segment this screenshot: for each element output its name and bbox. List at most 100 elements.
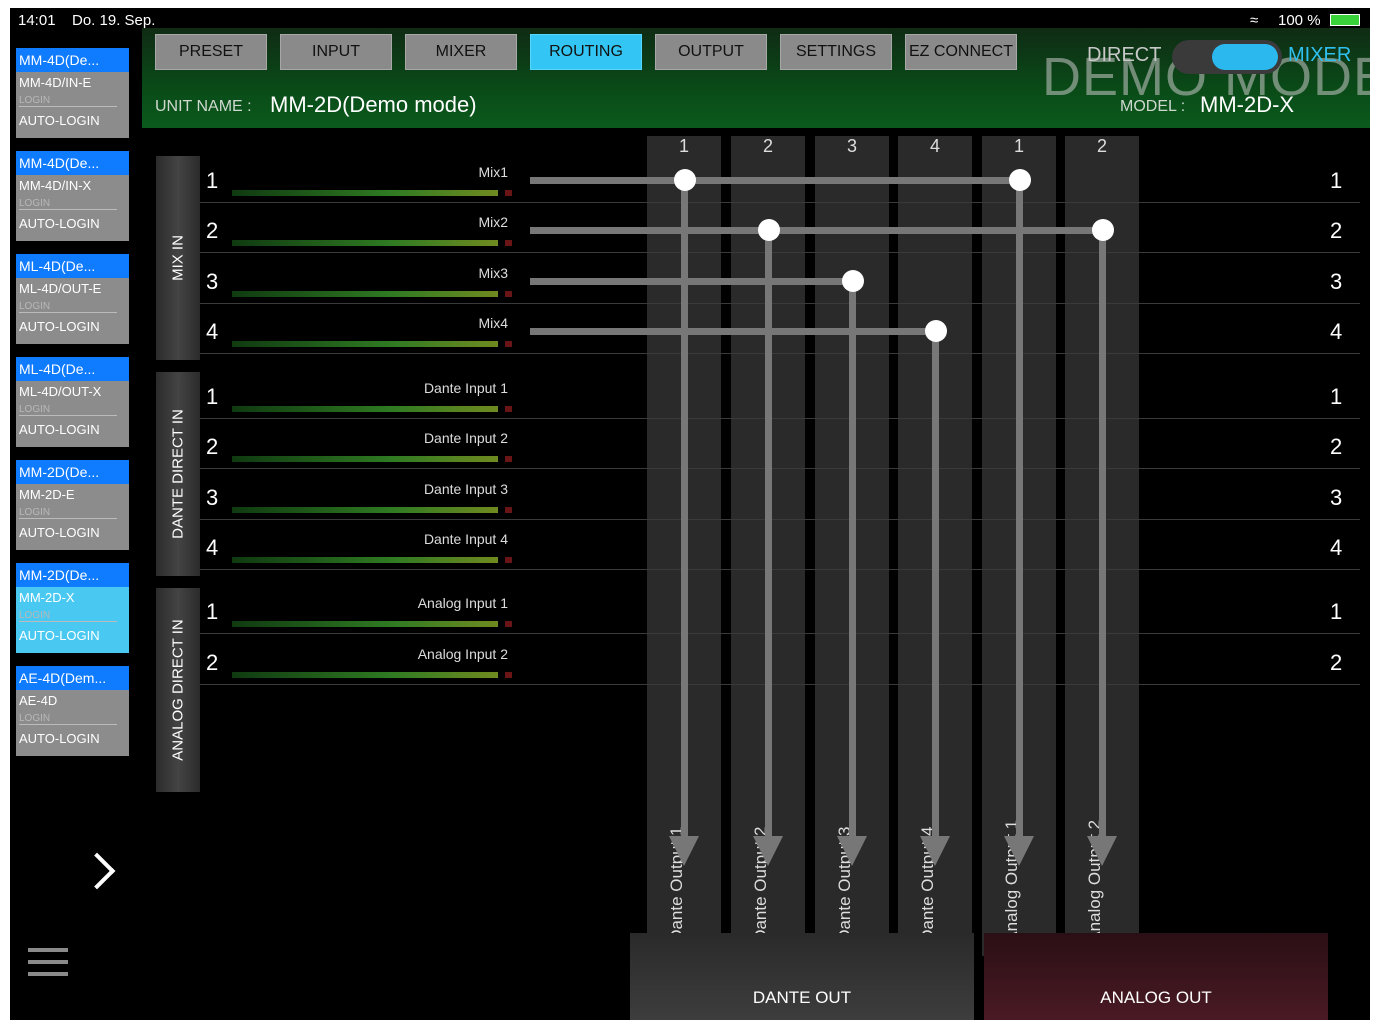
input-row-number-right: 2 xyxy=(1330,650,1343,675)
output-column-number: 1 xyxy=(1013,136,1024,156)
tab-settings[interactable]: SETTINGS xyxy=(780,34,892,70)
device-card[interactable]: MM-4D(De... MM-4D/IN-E LOGIN AUTO-LOGIN xyxy=(16,48,129,138)
level-meter xyxy=(232,672,498,678)
route-line-vertical xyxy=(849,281,856,836)
device-card[interactable]: ML-4D(De... ML-4D/OUT-X LOGIN AUTO-LOGIN xyxy=(16,357,129,447)
input-row-number-right: 1 xyxy=(1330,168,1343,193)
down-arrow-icon xyxy=(837,836,867,866)
device-card[interactable]: MM-2D(De... MM-2D-X LOGIN AUTO-LOGIN xyxy=(16,563,129,653)
tab-routing[interactable]: ROUTING xyxy=(530,34,642,70)
tab-ez-connect[interactable]: EZ CONNECT xyxy=(905,34,1017,70)
output-column-number: 1 xyxy=(678,136,689,156)
route-line-vertical xyxy=(1099,230,1106,836)
row-divider xyxy=(200,202,1360,203)
divider xyxy=(19,518,117,519)
input-row-number: 4 xyxy=(206,535,219,560)
tab-mixer[interactable]: MIXER xyxy=(405,34,517,70)
row-divider xyxy=(200,418,1360,419)
route-line-horizontal xyxy=(530,177,1019,184)
tab-preset[interactable]: PRESET xyxy=(155,34,267,70)
hamburger-menu-icon[interactable] xyxy=(28,948,68,984)
input-row-number: 2 xyxy=(206,434,219,459)
device-model: ML-4D/OUT-E xyxy=(19,281,102,296)
clip-indicator xyxy=(505,240,512,246)
input-row-number-right: 3 xyxy=(1330,485,1343,510)
divider xyxy=(19,724,117,725)
device-card[interactable]: ML-4D(De... ML-4D/OUT-E LOGIN AUTO-LOGIN xyxy=(16,254,129,344)
mixer-label[interactable]: MIXER xyxy=(1288,44,1351,67)
input-row-number: 1 xyxy=(206,384,219,409)
input-row-name: Mix2 xyxy=(478,214,508,230)
row-divider xyxy=(200,303,1360,304)
row-divider xyxy=(200,569,1360,570)
level-meter xyxy=(232,341,498,347)
divider xyxy=(19,209,117,210)
input-row-number: 4 xyxy=(206,319,219,344)
toggle-knob xyxy=(1212,44,1278,70)
row-divider xyxy=(200,519,1360,520)
down-arrow-icon xyxy=(1004,836,1034,866)
device-login: LOGIN xyxy=(19,301,51,312)
input-row-number: 2 xyxy=(206,650,219,675)
input-row-number-right: 1 xyxy=(1330,599,1343,624)
tab-output[interactable]: OUTPUT xyxy=(655,34,767,70)
input-row-number: 3 xyxy=(206,485,219,510)
device-model: MM-2D-X xyxy=(19,590,75,605)
clip-indicator xyxy=(505,406,512,412)
route-crosspoint[interactable] xyxy=(842,270,864,292)
device-card[interactable]: MM-2D(De... MM-2D-E LOGIN AUTO-LOGIN xyxy=(16,460,129,550)
route-crosspoint[interactable] xyxy=(1009,169,1031,191)
device-login: LOGIN xyxy=(19,404,51,415)
input-row-name: Dante Input 3 xyxy=(423,481,508,497)
level-meter xyxy=(232,621,498,627)
device-login: LOGIN xyxy=(19,198,51,209)
route-crosspoint[interactable] xyxy=(925,320,947,342)
input-row-number: 1 xyxy=(206,168,219,193)
header: PRESET INPUT MIXER ROUTING OUTPUT SETTINGS EZ … xyxy=(142,28,1370,128)
unit-name-label: UNIT NAME : xyxy=(155,98,252,115)
route-line-vertical xyxy=(932,331,939,836)
wifi-icon: ≈ xyxy=(1250,12,1259,29)
direct-mixer-toggle[interactable] xyxy=(1172,40,1282,74)
dante-direct-in-group-label: DANTE DIRECT IN xyxy=(169,409,187,539)
input-row-name: Dante Input 4 xyxy=(423,531,508,547)
device-card[interactable]: MM-4D(De... MM-4D/IN-X LOGIN AUTO-LOGIN xyxy=(16,151,129,241)
status-time: 14:01 xyxy=(18,12,56,29)
input-row-name: Dante Input 1 xyxy=(423,380,508,396)
device-title: ML-4D(De... xyxy=(16,357,129,381)
divider xyxy=(19,415,117,416)
input-row-name: Mix4 xyxy=(478,315,508,331)
input-row-name: Analog Input 1 xyxy=(417,595,508,611)
status-battery: 100 % xyxy=(1278,12,1321,29)
device-auto-login: AUTO-LOGIN xyxy=(19,216,100,231)
down-arrow-icon xyxy=(753,836,783,866)
route-crosspoint[interactable] xyxy=(674,169,696,191)
device-card[interactable]: AE-4D(Dem... AE-4D LOGIN AUTO-LOGIN xyxy=(16,666,129,756)
mix-in-group: MIX IN xyxy=(156,156,200,360)
level-meter xyxy=(232,557,498,563)
clip-indicator xyxy=(505,456,512,462)
route-crosspoint[interactable] xyxy=(1092,219,1114,241)
dante-direct-in-group: DANTE DIRECT IN xyxy=(156,372,200,576)
route-crosspoint[interactable] xyxy=(758,219,780,241)
device-model: ML-4D/OUT-X xyxy=(19,384,102,399)
input-row-name: Dante Input 2 xyxy=(423,430,508,446)
device-model: AE-4D xyxy=(19,693,58,708)
level-meter xyxy=(232,190,498,196)
route-line-horizontal xyxy=(530,278,852,285)
device-title: AE-4D(Dem... xyxy=(16,666,129,690)
divider xyxy=(19,621,117,622)
device-title: MM-4D(De... xyxy=(16,151,129,175)
device-auto-login: AUTO-LOGIN xyxy=(19,525,100,540)
device-title: MM-2D(De... xyxy=(16,460,129,484)
row-divider xyxy=(200,252,1360,253)
analog-direct-in-group-label: ANALOG DIRECT IN xyxy=(169,619,187,761)
down-arrow-icon xyxy=(920,836,950,866)
chevron-right-icon[interactable] xyxy=(78,852,116,890)
clip-indicator xyxy=(505,341,512,347)
output-column-number: 2 xyxy=(762,136,773,156)
row-divider xyxy=(200,684,1360,685)
input-row-number: 3 xyxy=(206,269,219,294)
tab-input[interactable]: INPUT xyxy=(280,34,392,70)
mix-in-group-label: MIX IN xyxy=(169,235,187,281)
